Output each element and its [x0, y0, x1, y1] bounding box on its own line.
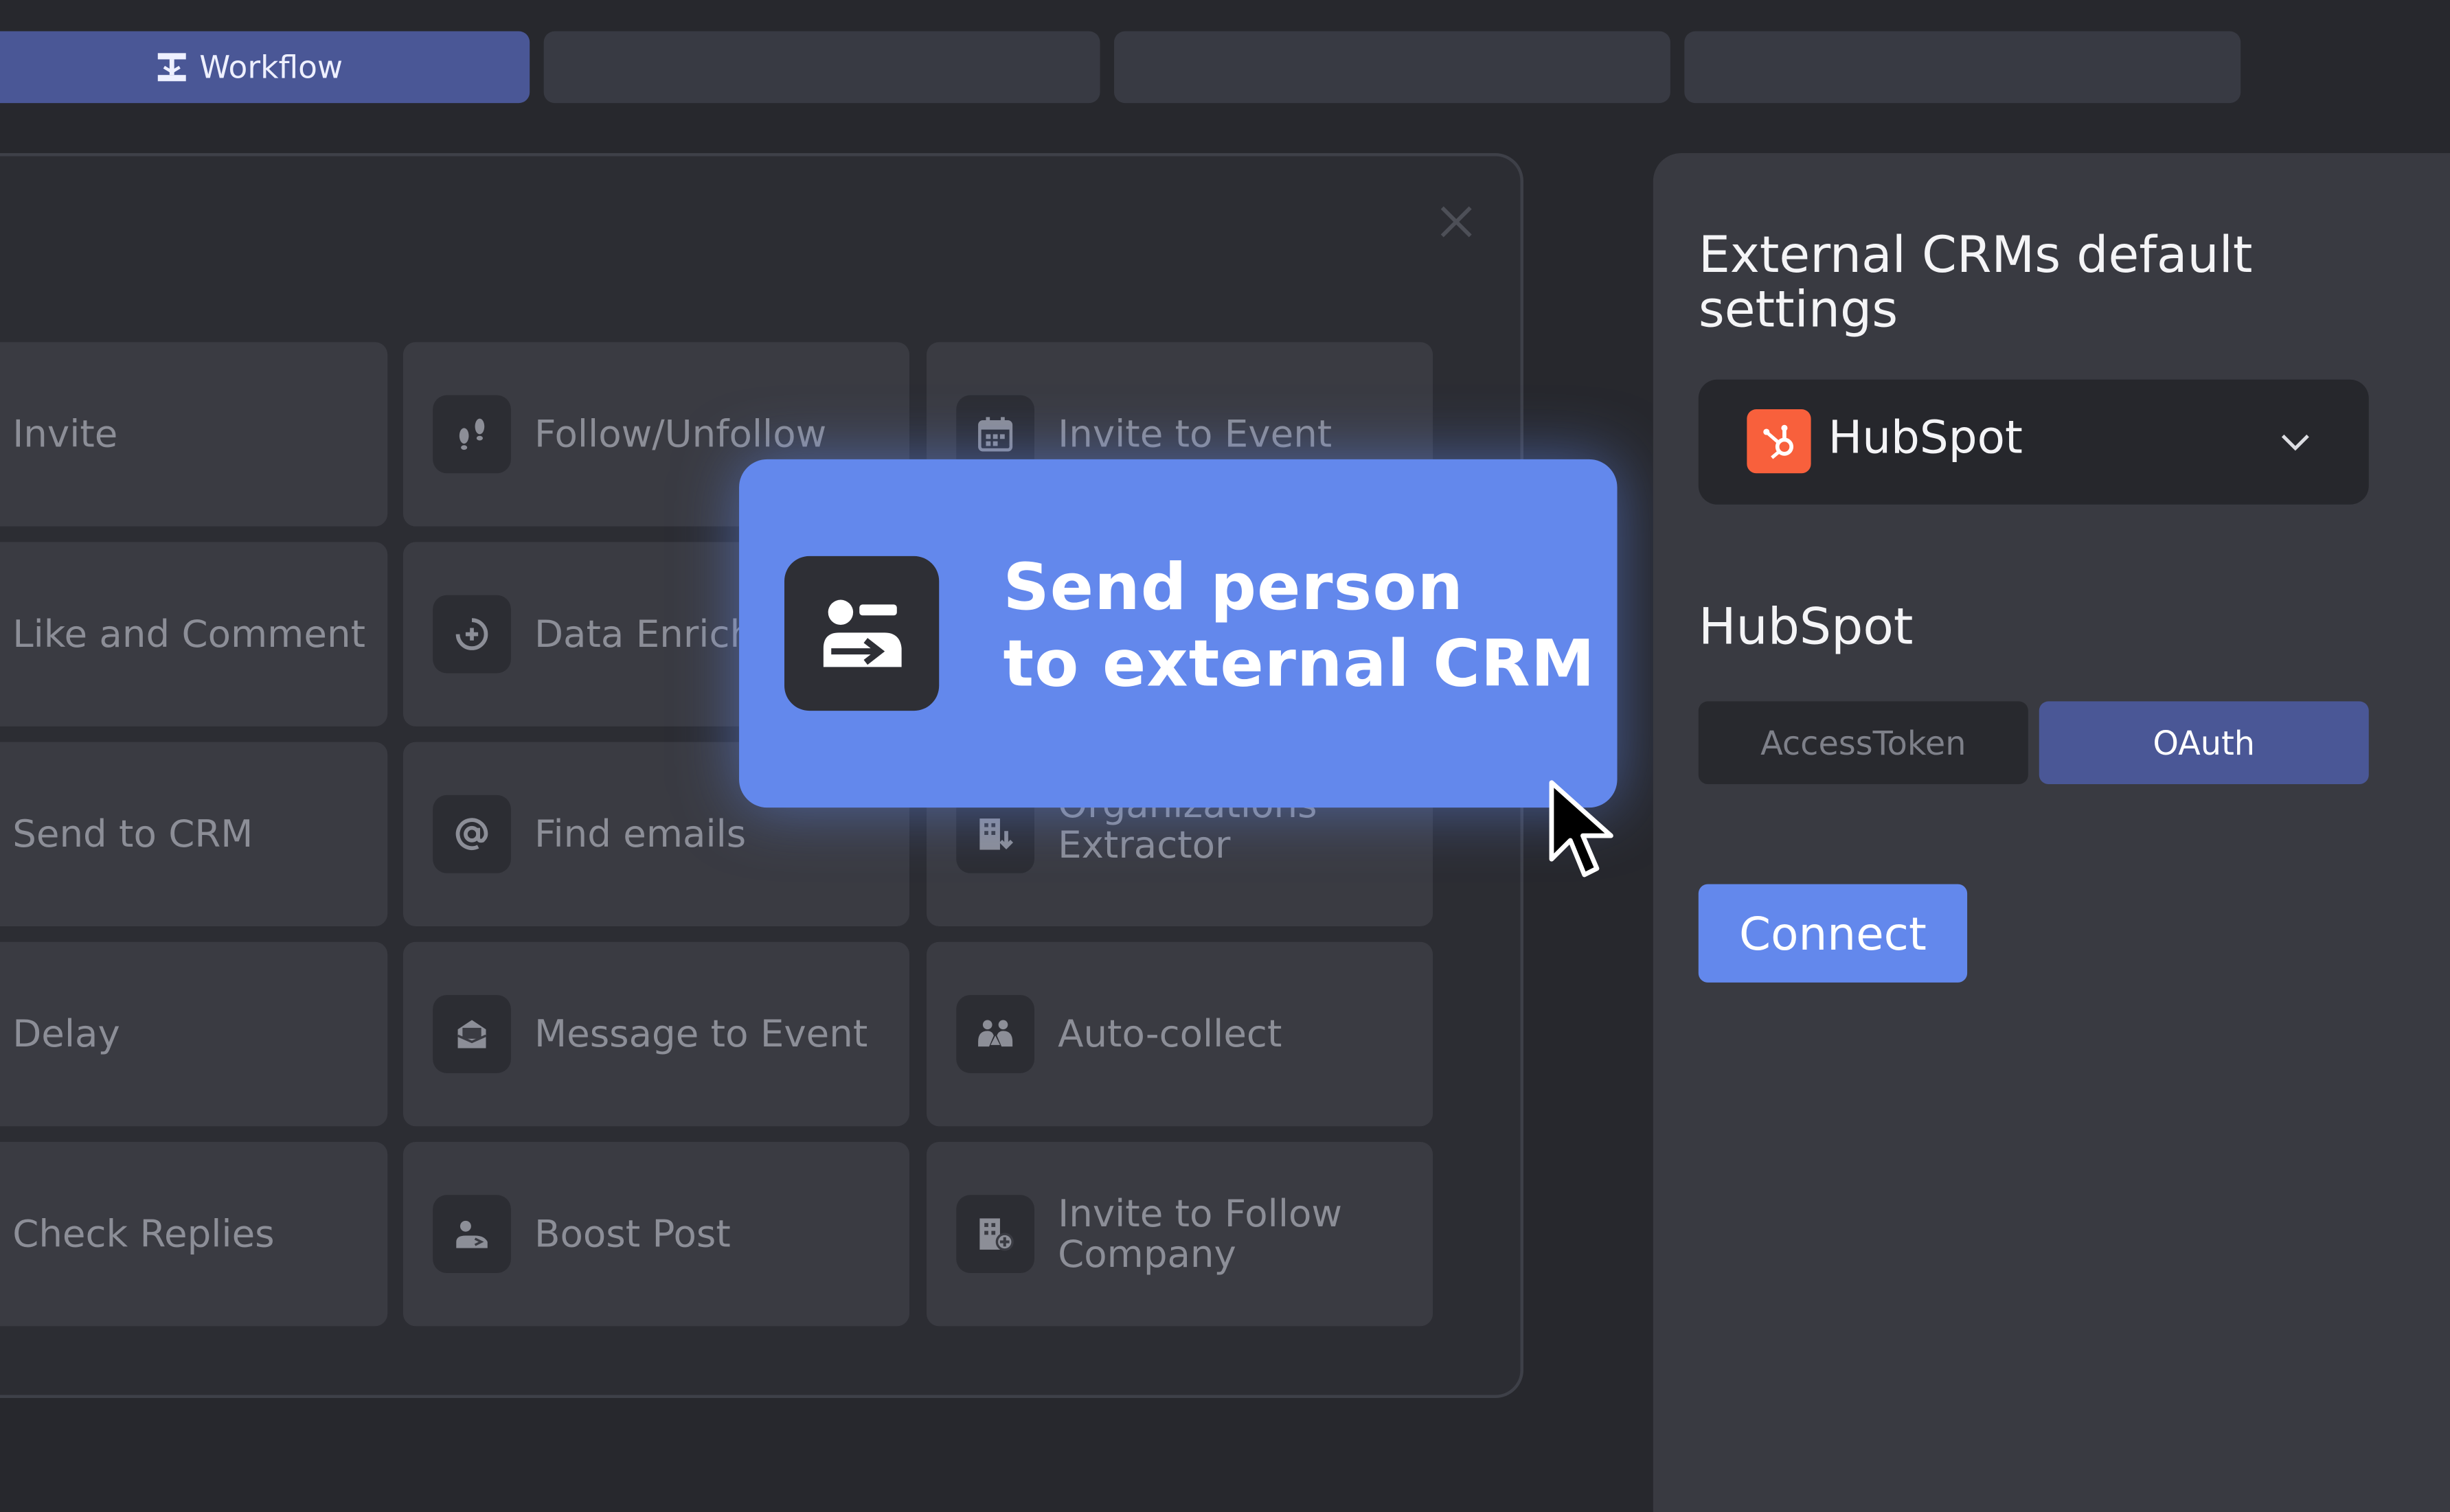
boost-icon — [456, 1220, 488, 1248]
crm-select-value: HubSpot — [1828, 411, 2023, 464]
action-card-send-to-crm[interactable]: Send to CRM — [0, 742, 388, 927]
at-icon — [455, 818, 488, 850]
tab-4[interactable] — [1684, 31, 2241, 104]
close-icon[interactable] — [1438, 203, 1475, 241]
connect-button[interactable]: Connect — [1698, 884, 1968, 983]
action-label: Message to Event — [534, 1012, 868, 1056]
action-label: Data Enrich — [534, 612, 754, 656]
crm-select[interactable]: HubSpot — [1698, 379, 2369, 505]
action-label: Follow/Unfollow — [534, 412, 827, 457]
popup-label: Send person to external CRM — [1003, 549, 1596, 702]
action-card-message-to-event[interactable]: Message to Event — [402, 941, 909, 1127]
action-card-check-replies[interactable]: Check Replies — [0, 1141, 388, 1327]
people-icon — [978, 1020, 1013, 1047]
action-label: Delay — [12, 1012, 120, 1056]
action-label: Check Replies — [12, 1212, 275, 1257]
calendar-icon — [978, 417, 1013, 452]
hubspot-logo-icon — [1762, 424, 1793, 459]
tab-3[interactable] — [1114, 31, 1670, 104]
crm-settings-panel — [1653, 152, 2450, 1512]
workflow-icon — [157, 53, 185, 82]
action-label: Like and Comment — [12, 612, 365, 656]
auth-option-oauth[interactable]: OAuth — [2039, 701, 2369, 784]
building-download-icon — [979, 818, 1014, 850]
action-label: Boost Post — [534, 1212, 731, 1257]
action-label: Invite — [12, 412, 118, 457]
message-icon — [457, 1020, 487, 1049]
action-label: Find emails — [534, 812, 747, 856]
action-card-like-comment[interactable]: Like and Comment — [0, 542, 388, 726]
building-plus-icon — [979, 1218, 1014, 1251]
tab-label: Workflow — [199, 48, 343, 87]
action-card-boost-post[interactable]: Boost Post — [402, 1141, 909, 1327]
tab-workflow[interactable]: Workflow — [0, 31, 530, 104]
action-label: Send to CRM — [12, 812, 253, 856]
tab-2[interactable] — [543, 31, 1100, 104]
action-card-delay[interactable]: Delay — [0, 941, 388, 1127]
action-label: Invite to Follow Company — [1058, 1191, 1343, 1276]
panel-title: External CRMs default settings — [1698, 225, 2253, 339]
chevron-down-icon[interactable] — [2277, 423, 2315, 461]
send-person-to-crm-popup[interactable]: Send person to external CRM — [739, 459, 1618, 808]
enrich-icon — [455, 618, 488, 650]
mouse-cursor-icon — [1549, 780, 1613, 878]
footsteps-icon — [459, 418, 485, 450]
action-label: Invite to Event — [1058, 412, 1332, 457]
crm-heading: HubSpot — [1698, 597, 1914, 656]
auth-option-accesstoken[interactable]: AccessToken — [1698, 701, 2028, 784]
action-card-invite-to-follow-company[interactable]: Invite to Follow Company — [927, 1141, 1433, 1327]
action-label: Auto-collect — [1058, 1012, 1282, 1056]
action-card-auto-collect[interactable]: Auto-collect — [927, 941, 1433, 1127]
app-screen: Workflow Invite Follow/Unfollow Invite t… — [0, 0, 2450, 1512]
action-card-invite[interactable]: Invite — [0, 342, 388, 527]
send-person-icon — [822, 599, 901, 667]
